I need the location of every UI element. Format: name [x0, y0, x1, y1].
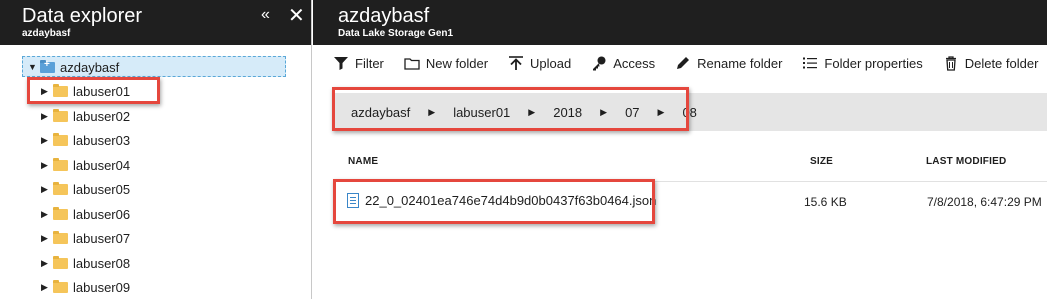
storage-folder-icon	[40, 59, 55, 73]
new-folder-button[interactable]: New folder	[404, 55, 488, 71]
tree-node-label: labuser06	[73, 206, 131, 222]
table-row[interactable]: 22_0_02401ea746e74d4b9d0b0437f63b0464.js…	[333, 182, 1047, 222]
caret-right-icon[interactable]: ▶	[41, 111, 53, 122]
page-title: azdaybasf	[338, 5, 430, 27]
caret-down-icon[interactable]: ▼	[28, 62, 40, 72]
tree-node-labuser03[interactable]: ▶ labuser03	[41, 129, 130, 151]
tree-node-label: labuser01	[73, 83, 131, 99]
caret-right-icon[interactable]: ▶	[41, 258, 53, 269]
column-header-modified[interactable]: LAST MODIFIED	[926, 156, 1006, 167]
caret-right-icon[interactable]: ▶	[41, 184, 53, 195]
upload-label: Upload	[530, 55, 572, 71]
column-header-size[interactable]: SIZE	[810, 156, 833, 167]
caret-right-icon[interactable]: ▶	[41, 282, 53, 293]
filter-label: Filter	[355, 55, 384, 71]
data-explorer-panel: Data explorer azdaybasf « ✕ ▼ azdaybasf …	[0, 0, 312, 299]
explorer-header: Data explorer azdaybasf « ✕	[0, 0, 311, 45]
close-icon[interactable]: ✕	[288, 3, 305, 28]
tree-node-label: labuser03	[73, 132, 131, 148]
tree-node-label: labuser08	[73, 255, 131, 271]
breadcrumb-item[interactable]: 08	[682, 105, 696, 120]
folder-icon	[53, 181, 68, 195]
tree-node-labuser04[interactable]: ▶ labuser04	[41, 154, 130, 176]
trash-icon	[945, 56, 956, 71]
folder-view-header: azdaybasf Data Lake Storage Gen1	[313, 0, 1047, 45]
tree-node-labuser02[interactable]: ▶ labuser02	[41, 105, 130, 127]
new-folder-icon	[404, 58, 420, 70]
tree-node-labuser09[interactable]: ▶ labuser09	[41, 276, 130, 298]
tree-node-label: labuser09	[73, 279, 131, 295]
upload-icon	[509, 56, 524, 70]
caret-right-icon[interactable]: ▶	[41, 160, 53, 171]
file-name: 22_0_02401ea746e74d4b9d0b0437f63b0464.js…	[365, 193, 657, 208]
folder-icon	[53, 132, 68, 146]
caret-right-icon: ▶	[528, 106, 536, 117]
tree-node-label: labuser02	[73, 108, 131, 124]
folder-properties-button[interactable]: Folder properties	[802, 55, 923, 71]
tree-node-root[interactable]: ▼ azdaybasf	[28, 56, 119, 78]
tree-node-label: azdaybasf	[60, 59, 120, 75]
caret-right-icon[interactable]: ▶	[41, 233, 53, 244]
tree-node-label: labuser07	[73, 230, 131, 246]
key-icon	[593, 56, 606, 71]
breadcrumb: azdaybasf ▶ labuser01 ▶ 2018 ▶ 07 ▶ 08	[333, 93, 1047, 131]
breadcrumb-item[interactable]: labuser01	[453, 105, 510, 120]
tree-node-label: labuser05	[73, 181, 131, 197]
tree-node-label: labuser04	[73, 157, 131, 173]
explorer-title: Data explorer	[22, 5, 143, 27]
file-name-cell[interactable]: 22_0_02401ea746e74d4b9d0b0437f63b0464.js…	[347, 193, 656, 208]
access-label: Access	[613, 55, 656, 71]
rename-folder-button[interactable]: Rename folder	[675, 55, 782, 71]
folder-view-panel: azdaybasf Data Lake Storage Gen1 Filter …	[313, 0, 1047, 299]
caret-right-icon[interactable]: ▶	[41, 135, 53, 146]
command-toolbar: Filter New folder Upload Access Rename f…	[313, 45, 1047, 81]
tree-node-labuser06[interactable]: ▶ labuser06	[41, 203, 130, 225]
new-folder-label: New folder	[425, 55, 489, 71]
access-button[interactable]: Access	[591, 55, 655, 71]
tree-node-labuser01[interactable]: ▶ labuser01	[41, 80, 130, 102]
page-subtitle: Data Lake Storage Gen1	[338, 28, 454, 39]
column-header-name[interactable]: NAME	[348, 156, 378, 167]
breadcrumb-item[interactable]: azdaybasf	[351, 105, 410, 120]
caret-right-icon: ▶	[428, 106, 436, 117]
folder-icon	[53, 230, 68, 244]
file-icon	[347, 193, 359, 208]
folder-icon	[53, 83, 68, 97]
breadcrumb-item[interactable]: 07	[625, 105, 639, 120]
caret-right-icon: ▶	[657, 106, 665, 117]
tree-node-labuser07[interactable]: ▶ labuser07	[41, 227, 130, 249]
upload-button[interactable]: Upload	[508, 55, 571, 71]
caret-right-icon[interactable]: ▶	[41, 209, 53, 220]
folder-icon	[53, 108, 68, 122]
filter-icon	[334, 57, 348, 70]
explorer-account: azdaybasf	[22, 28, 71, 39]
folder-icon	[53, 255, 68, 269]
caret-right-icon[interactable]: ▶	[41, 86, 53, 97]
tree-node-labuser08[interactable]: ▶ labuser08	[41, 252, 130, 274]
folder-icon	[53, 157, 68, 171]
file-size: 15.6 KB	[804, 195, 847, 209]
folder-icon	[53, 279, 68, 293]
rename-folder-label: Rename folder	[697, 55, 783, 71]
breadcrumb-item[interactable]: 2018	[553, 105, 582, 120]
tree-node-labuser05[interactable]: ▶ labuser05	[41, 178, 130, 200]
filter-button[interactable]: Filter	[333, 55, 384, 71]
collapse-icon[interactable]: «	[261, 6, 270, 24]
pencil-icon	[677, 57, 690, 69]
delete-folder-label: Delete folder	[964, 55, 1039, 71]
delete-folder-button[interactable]: Delete folder	[943, 55, 1039, 71]
breadcrumb-items: azdaybasf ▶ labuser01 ▶ 2018 ▶ 07 ▶ 08	[351, 93, 697, 131]
caret-right-icon: ▶	[600, 106, 608, 117]
file-last-modified: 7/8/2018, 6:47:29 PM	[927, 195, 1042, 209]
folder-properties-label: Folder properties	[824, 55, 923, 71]
list-icon	[803, 57, 818, 69]
folder-icon	[53, 206, 68, 220]
